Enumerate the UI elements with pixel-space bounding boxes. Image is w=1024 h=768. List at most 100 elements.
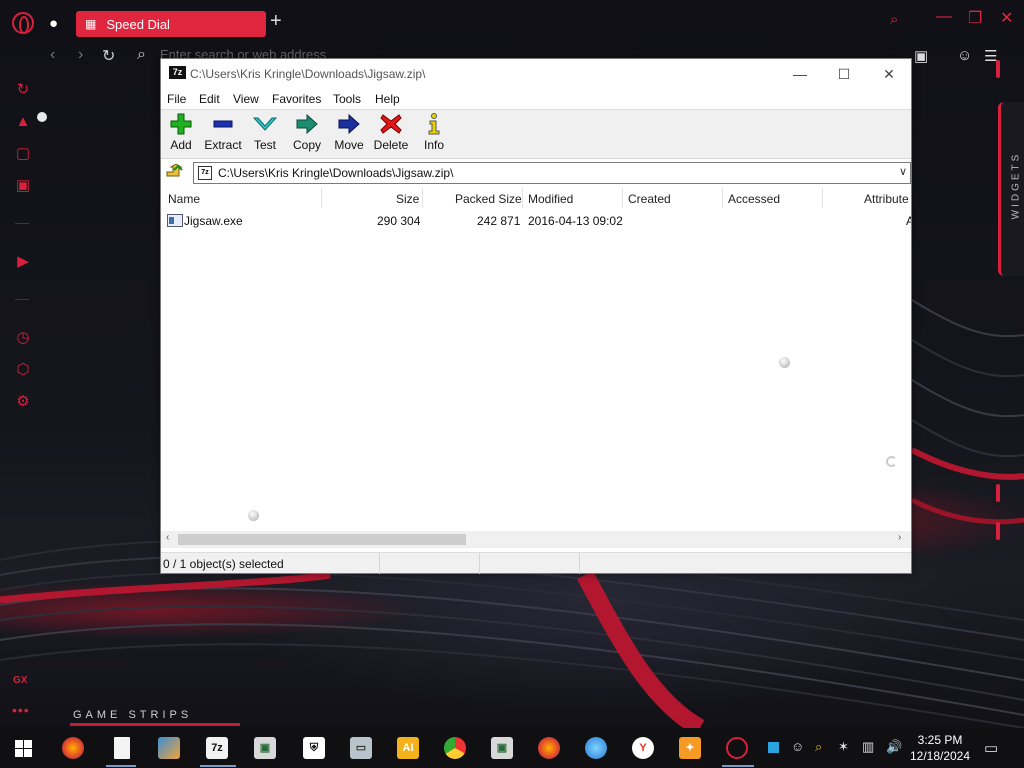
network-icon[interactable]: ▥ xyxy=(862,739,874,755)
menu-favorites[interactable]: Favorites xyxy=(272,92,321,106)
restore-icon[interactable]: ❐ xyxy=(968,8,982,28)
col-attribute[interactable]: Attribute xyxy=(864,192,909,206)
folder-up-icon[interactable] xyxy=(166,164,184,181)
messenger-icon[interactable]: ▣ xyxy=(14,177,32,195)
account-icon[interactable]: ☺ xyxy=(957,47,972,64)
new-tab-icon[interactable]: + xyxy=(270,10,282,33)
close-icon[interactable]: ✕ xyxy=(1000,8,1013,28)
delete-button[interactable]: Delete xyxy=(373,113,409,152)
close-button[interactable]: ✕ xyxy=(874,62,904,86)
notifications-icon[interactable]: ▭ xyxy=(984,739,998,757)
tray-search-icon[interactable]: ⌕ xyxy=(815,739,822,755)
twitch-icon[interactable]: ▢ xyxy=(14,145,32,163)
settings-icon[interactable]: ⚙ xyxy=(14,393,32,411)
gx-label[interactable]: GX xyxy=(13,675,27,686)
opera-taskbar-icon[interactable] xyxy=(726,737,748,759)
extensions-icon[interactable]: ⬡ xyxy=(14,361,32,379)
menu-file[interactable]: File xyxy=(167,92,186,106)
more-icon[interactable]: ••• xyxy=(12,702,30,718)
col-created[interactable]: Created xyxy=(628,192,671,206)
col-name[interactable]: Name xyxy=(168,192,200,206)
column-divider[interactable] xyxy=(321,188,322,208)
forward-icon[interactable]: › xyxy=(78,46,83,64)
scroll-right-icon[interactable]: › xyxy=(898,532,901,543)
ai-icon[interactable]: AI xyxy=(397,737,419,759)
windows-start-icon[interactable] xyxy=(15,740,32,757)
move-arrow-icon xyxy=(338,113,360,135)
ws-icon[interactable]: ✦ xyxy=(679,737,701,759)
file-icon[interactable] xyxy=(114,737,130,759)
camera-icon[interactable]: ▣ xyxy=(914,47,928,65)
globe-icon[interactable]: ● xyxy=(49,15,58,32)
game-strips-label[interactable]: GAME STRIPS xyxy=(73,709,192,721)
info-icon xyxy=(428,113,440,135)
extract-button[interactable]: Extract xyxy=(203,113,243,152)
col-modified[interactable]: Modified xyxy=(528,192,573,206)
path-field[interactable]: 7z C:\Users\Kris Kringle\Downloads\Jigsa… xyxy=(193,162,911,184)
title-bar[interactable]: 7z C:\Users\Kris Kringle\Downloads\Jigsa… xyxy=(161,59,911,89)
menu-edit[interactable]: Edit xyxy=(199,92,220,106)
clock-date: 12/18/2024 xyxy=(909,749,971,763)
col-packed-size[interactable]: Packed Size xyxy=(455,192,522,206)
tray-bluetooth-icon[interactable]: ✶ xyxy=(838,739,849,755)
gx-control-icon[interactable]: ▲ xyxy=(14,113,32,131)
app-icon[interactable]: ▣ xyxy=(254,737,276,759)
app2-icon[interactable]: ▣ xyxy=(491,737,513,759)
col-size[interactable]: Size xyxy=(396,192,419,206)
paint-icon[interactable] xyxy=(158,737,180,759)
horizontal-scrollbar[interactable]: ‹ › xyxy=(161,531,911,548)
column-divider[interactable] xyxy=(622,188,623,208)
speed-icon[interactable]: ↻ xyxy=(14,81,32,99)
menu-help[interactable]: Help xyxy=(375,92,400,106)
minimize-icon[interactable]: — xyxy=(936,8,952,26)
reload-icon[interactable]: ↻ xyxy=(102,46,115,66)
col-accessed[interactable]: Accessed xyxy=(728,192,780,206)
search-icon[interactable]: ⌕ xyxy=(890,11,898,28)
add-button[interactable]: Add xyxy=(164,113,198,152)
firefox2-icon[interactable] xyxy=(538,737,560,759)
clock[interactable]: 3:25 PM 12/18/2024 xyxy=(905,732,975,764)
test-button[interactable]: Test xyxy=(250,113,280,152)
loading-spinner-icon xyxy=(248,510,259,521)
info-label: Info xyxy=(423,138,444,152)
taskbar: 7z ▣ ⛨ ▭ AI ▣ Y ✦ ☺ ⌕ ✶ ▥ 🔊 3:25 PM 12/1… xyxy=(0,728,1024,768)
menu-view[interactable]: View xyxy=(233,92,259,106)
chrome-icon[interactable] xyxy=(444,737,466,759)
widgets-tab[interactable]: WIDGETS xyxy=(998,102,1024,276)
history-icon[interactable]: ◷ xyxy=(14,329,32,347)
column-divider[interactable] xyxy=(822,188,823,208)
scroll-thumb[interactable] xyxy=(178,534,466,545)
column-divider[interactable] xyxy=(422,188,423,208)
copy-button[interactable]: Copy xyxy=(290,113,324,152)
column-divider[interactable] xyxy=(522,188,523,208)
widgets-label: WIDGETS xyxy=(1010,151,1022,220)
tray-app-icon[interactable] xyxy=(768,742,779,753)
maximize-button[interactable]: ☐ xyxy=(829,62,859,86)
globe-taskbar-icon[interactable] xyxy=(585,737,607,759)
loading-spinner-icon xyxy=(779,357,790,368)
column-divider[interactable] xyxy=(722,188,723,208)
info-button[interactable]: Info xyxy=(420,113,448,152)
table-row[interactable]: Jigsaw.exe 290 304 242 871 2016-04-13 09… xyxy=(161,211,911,231)
player-icon[interactable]: ▶ xyxy=(14,253,32,271)
tab-speed-dial[interactable]: ▦ Speed Dial xyxy=(76,11,266,37)
monitor-icon[interactable]: ▭ xyxy=(350,737,372,759)
shield-icon[interactable]: ⛨ xyxy=(303,737,325,759)
7zip-taskbar-icon[interactable]: 7z xyxy=(206,737,228,759)
firefox-icon[interactable] xyxy=(62,737,84,759)
file-list[interactable]: Name Size Packed Size Modified Created A… xyxy=(161,186,911,531)
minimize-button[interactable]: — xyxy=(785,62,815,86)
status-divider xyxy=(379,553,380,574)
move-button[interactable]: Move xyxy=(332,113,366,152)
archive-icon: 7z xyxy=(198,166,212,180)
scroll-left-icon[interactable]: ‹ xyxy=(166,532,169,543)
chevron-down-icon[interactable]: ∨ xyxy=(899,165,907,178)
back-icon[interactable]: ‹ xyxy=(50,46,55,64)
game-strips-bar xyxy=(70,723,240,726)
opera-logo-icon[interactable] xyxy=(12,12,34,34)
volume-icon[interactable]: 🔊 xyxy=(886,739,902,755)
yandex-icon[interactable]: Y xyxy=(632,737,654,759)
browser-sidebar: ↻ ▲ ▢ ▣ ▶ ◷ ⬡ ⚙ xyxy=(0,76,44,736)
menu-tools[interactable]: Tools xyxy=(333,92,361,106)
tray-people-icon[interactable]: ☺ xyxy=(791,739,804,754)
